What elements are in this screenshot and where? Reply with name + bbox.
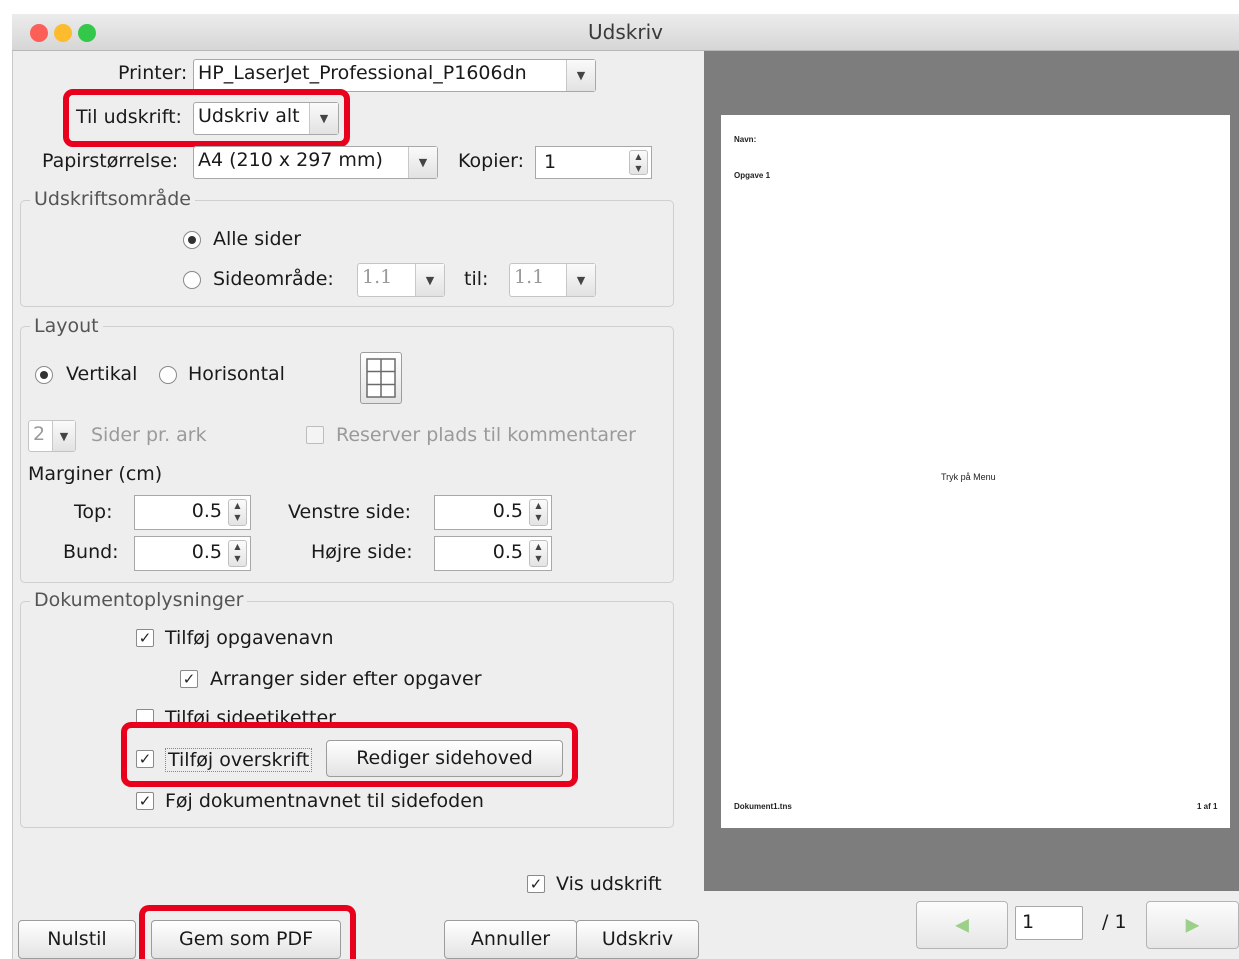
layout-title: Layout bbox=[30, 315, 103, 337]
paper-size-select[interactable]: A4 (210 x 297 mm) ▼ bbox=[193, 146, 438, 179]
bottom-margin-value: 0.5 bbox=[191, 541, 222, 563]
all-pages-label: Alle sider bbox=[213, 228, 302, 250]
range-from-value: 1.1 bbox=[362, 266, 393, 288]
show-print-label: Vis udskrift bbox=[556, 873, 662, 895]
arrange-pages-checkbox[interactable]: ✓ bbox=[180, 670, 198, 688]
preview-footer-right: 1 af 1 bbox=[1197, 802, 1218, 811]
left-margin-stepper[interactable]: 0.5 ▲ ▼ bbox=[434, 495, 552, 530]
stepper-arrows-icon[interactable]: ▲ ▼ bbox=[228, 499, 247, 526]
previous-page-button[interactable]: ◀ bbox=[916, 901, 1008, 949]
range-to-select[interactable]: 1.1 ▼ bbox=[509, 263, 596, 297]
arrow-left-icon: ◀ bbox=[955, 914, 969, 936]
all-pages-radio[interactable] bbox=[183, 231, 201, 249]
copies-value: 1 bbox=[544, 151, 557, 173]
add-doc-name-checkbox[interactable]: ✓ bbox=[136, 792, 154, 810]
preview-footer-left: Dokument1.tns bbox=[734, 802, 792, 811]
range-to-label: til: bbox=[464, 268, 489, 290]
printer-label: Printer: bbox=[118, 62, 188, 84]
add-doc-name-label: Føj dokumentnavnet til sidefoden bbox=[165, 790, 484, 812]
stepper-arrows-icon[interactable]: ▲ ▼ bbox=[228, 540, 247, 567]
landscape-label: Horisontal bbox=[188, 363, 285, 385]
stepper-arrows-icon[interactable]: ▲ ▼ bbox=[529, 499, 548, 526]
preview-name-label: Navn: bbox=[734, 135, 757, 144]
right-margin-stepper[interactable]: 0.5 ▲ ▼ bbox=[434, 536, 552, 571]
bottom-margin-stepper[interactable]: 0.5 ▲ ▼ bbox=[134, 536, 251, 571]
reserve-comments-checkbox[interactable] bbox=[306, 426, 324, 444]
portrait-radio[interactable] bbox=[35, 366, 53, 384]
page-labels-clip: Tilføj sideetiketter bbox=[130, 704, 360, 724]
page-range-label: Sideområde: bbox=[213, 268, 334, 290]
reserve-comments-label: Reserver plads til kommentarer bbox=[336, 424, 636, 446]
pages-per-sheet-value: 2 bbox=[33, 423, 46, 445]
add-task-name-label: Tilføj opgavenavn bbox=[165, 627, 334, 649]
highlight-add-header bbox=[121, 722, 578, 787]
chevron-down-icon: ▼ bbox=[52, 421, 75, 451]
range-from-select[interactable]: 1.1 ▼ bbox=[357, 263, 445, 297]
print-button[interactable]: Udskriv bbox=[576, 920, 699, 959]
copies-label: Kopier: bbox=[458, 150, 525, 172]
stepper-arrows-icon[interactable]: ▲ ▼ bbox=[529, 540, 548, 567]
next-page-button[interactable]: ▶ bbox=[1146, 901, 1239, 949]
reset-button[interactable]: Nulstil bbox=[18, 920, 136, 959]
copies-stepper[interactable]: 1 ▲ ▼ bbox=[535, 146, 652, 179]
title-bar: Udskriv bbox=[12, 14, 1239, 51]
page-range-radio[interactable] bbox=[183, 271, 201, 289]
add-task-name-checkbox[interactable]: ✓ bbox=[136, 629, 154, 647]
page-total-label: / 1 bbox=[1102, 911, 1127, 933]
top-margin-stepper[interactable]: 0.5 ▲ ▼ bbox=[134, 495, 251, 530]
preview-task-label: Opgave 1 bbox=[734, 171, 771, 180]
page-number-value: 1 bbox=[1022, 911, 1035, 933]
preview-center-text: Tryk på Menu bbox=[941, 472, 996, 482]
highlight-print-what bbox=[63, 89, 350, 147]
page-number-field[interactable]: 1 bbox=[1015, 906, 1083, 940]
chevron-down-icon: ▼ bbox=[415, 264, 444, 296]
printer-select[interactable]: HP_LaserJet_Professional_P1606dn ▼ bbox=[193, 59, 596, 92]
print-range-title: Udskriftsområde bbox=[30, 188, 196, 210]
chevron-down-icon: ▼ bbox=[566, 264, 595, 296]
top-margin-value: 0.5 bbox=[191, 500, 222, 522]
arrange-pages-label: Arranger sider efter opgaver bbox=[210, 668, 482, 690]
portrait-label: Vertikal bbox=[66, 363, 138, 385]
left-margin-label: Venstre side: bbox=[288, 501, 412, 523]
page-layout-icon[interactable] bbox=[360, 352, 402, 404]
paper-size-label: Papirstørrelse: bbox=[42, 150, 179, 172]
pages-per-sheet-select[interactable]: 2 ▼ bbox=[28, 420, 76, 452]
printer-value: HP_LaserJet_Professional_P1606dn bbox=[198, 62, 527, 84]
window-title: Udskriv bbox=[588, 20, 663, 44]
left-margin-value: 0.5 bbox=[492, 500, 523, 522]
chevron-down-icon: ▼ bbox=[566, 60, 595, 91]
right-margin-label: Højre side: bbox=[311, 541, 413, 563]
bottom-margin-label: Bund: bbox=[63, 541, 119, 563]
document-info-title: Dokumentoplysninger bbox=[30, 589, 248, 611]
margins-label: Marginer (cm) bbox=[28, 463, 163, 485]
landscape-radio[interactable] bbox=[159, 366, 177, 384]
stepper-arrows-icon[interactable]: ▲ ▼ bbox=[629, 150, 648, 175]
arrow-right-icon: ▶ bbox=[1185, 914, 1200, 936]
show-print-checkbox[interactable]: ✓ bbox=[527, 875, 545, 893]
top-margin-label: Top: bbox=[74, 501, 113, 523]
cancel-button[interactable]: Annuller bbox=[444, 920, 577, 959]
highlight-save-pdf bbox=[139, 905, 356, 959]
pages-per-sheet-label: Sider pr. ark bbox=[91, 424, 207, 446]
paper-size-value: A4 (210 x 297 mm) bbox=[198, 149, 383, 171]
range-to-value: 1.1 bbox=[514, 266, 545, 288]
right-margin-value: 0.5 bbox=[492, 541, 523, 563]
chevron-down-icon: ▼ bbox=[408, 147, 437, 178]
